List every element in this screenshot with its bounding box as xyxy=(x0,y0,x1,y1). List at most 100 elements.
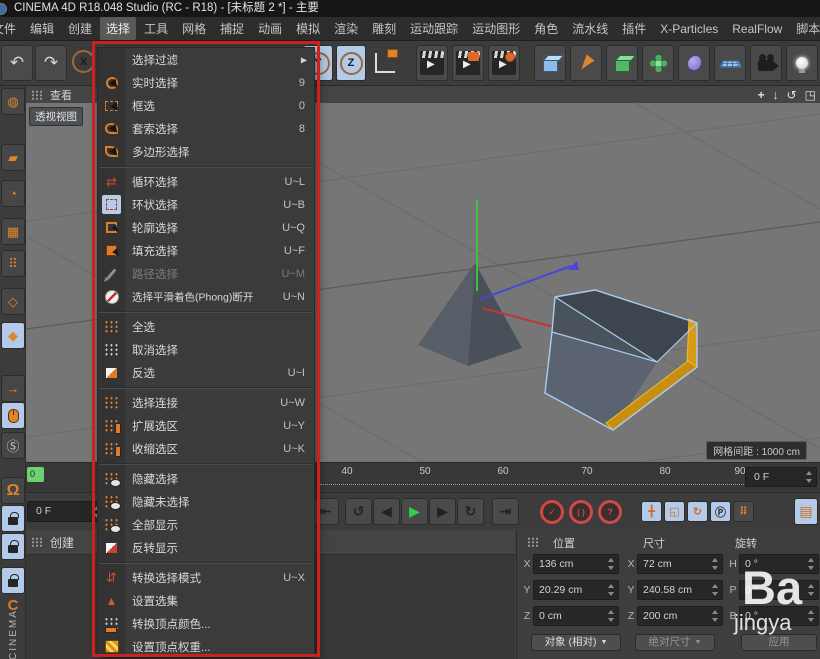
menu-mesh[interactable]: 网格 xyxy=(176,17,212,40)
menu-item-hide-selected[interactable]: 隐藏选择 xyxy=(98,467,314,490)
snap-settings-button[interactable]: Ω xyxy=(1,477,25,504)
add-environment-button[interactable] xyxy=(714,45,746,81)
record-rotation-button[interactable]: ↻ xyxy=(687,501,708,522)
menu-xparticles[interactable]: X-Particles xyxy=(654,19,724,39)
record-keyframe-button[interactable]: ✓ xyxy=(540,500,564,524)
spinner-icon[interactable] xyxy=(608,584,615,596)
menu-animate[interactable]: 动画 xyxy=(252,17,288,40)
menu-realflow[interactable]: RealFlow xyxy=(726,19,788,39)
menu-motion-tracker[interactable]: 运动跟踪 xyxy=(404,17,464,40)
undo-button[interactable]: ↶ xyxy=(1,45,33,81)
menu-sculpt[interactable]: 雕刻 xyxy=(366,17,402,40)
spinner-icon[interactable] xyxy=(808,584,815,596)
menu-item-invert-selection[interactable]: 反选U~I xyxy=(98,361,314,384)
render-view-button[interactable]: ▶ xyxy=(416,45,448,81)
menu-snap[interactable]: 捕捉 xyxy=(214,17,250,40)
menu-character[interactable]: 角色 xyxy=(528,17,564,40)
texture-mode-button[interactable]: ◔ xyxy=(1,180,25,207)
add-generator-button[interactable] xyxy=(606,45,638,81)
goto-start-button[interactable]: ⇤ xyxy=(312,498,339,525)
viewport-dolly-icon[interactable]: ↓ xyxy=(773,88,779,102)
viewport-solo-button[interactable] xyxy=(1,402,25,429)
panel-grip-icon[interactable] xyxy=(31,537,44,547)
menu-item-selection-filter[interactable]: 选择过滤 ▶ xyxy=(98,48,314,71)
menu-item-phong-break-selection[interactable]: 选择平滑着色(Phong)断开U~N xyxy=(98,285,314,308)
viewport-rotate-icon[interactable]: ↺ xyxy=(787,88,797,102)
size-x-field[interactable]: 72 cm xyxy=(637,554,723,574)
size-mode-dropdown[interactable]: 绝对尺寸▼ xyxy=(635,634,715,651)
menu-pipeline[interactable]: 流水线 xyxy=(566,17,614,40)
menu-item-hide-unselected[interactable]: 隐藏未选择 xyxy=(98,490,314,513)
x-axis-lock-button[interactable]: X xyxy=(72,50,95,73)
current-frame-field[interactable]: 0 F xyxy=(27,501,105,522)
spinner-icon[interactable] xyxy=(808,558,815,570)
pos-z-field[interactable]: 0 cm xyxy=(533,606,619,626)
menu-file[interactable]: 文件 xyxy=(0,17,22,40)
workplane-mode-button[interactable]: ▦ xyxy=(1,218,25,245)
panel-grip-icon[interactable] xyxy=(527,537,540,547)
play-loop-button[interactable]: ↻ xyxy=(457,498,484,525)
end-frame-field[interactable]: 0 F xyxy=(745,467,817,487)
lock-workplane-button[interactable] xyxy=(1,567,25,594)
coordinate-system-button[interactable] xyxy=(375,53,395,73)
points-mode-button[interactable]: ⠿ xyxy=(1,250,25,277)
spinner-icon[interactable] xyxy=(808,610,815,622)
enable-axis-button[interactable]: → xyxy=(1,375,25,402)
menu-item-set-vertex-color[interactable]: 转换顶点颜色... xyxy=(98,612,314,635)
menu-select[interactable]: 选择 xyxy=(100,17,136,40)
menu-render[interactable]: 渲染 xyxy=(328,17,364,40)
add-deformer-button[interactable] xyxy=(642,45,674,81)
menu-item-set-vertex-weight[interactable]: 设置顶点权重... xyxy=(98,635,314,658)
record-point-level-button[interactable]: ⠿ xyxy=(733,501,754,522)
spinner-icon[interactable] xyxy=(806,471,813,483)
menu-item-lasso-selection[interactable]: 套索选择8 xyxy=(98,117,314,140)
menu-item-invert-visibility[interactable]: 反转显示 xyxy=(98,536,314,559)
make-editable-button[interactable]: ◍ xyxy=(1,88,25,115)
apply-button[interactable]: 应用 xyxy=(741,634,817,651)
redo-button[interactable]: ↷ xyxy=(35,45,67,81)
menu-mograph[interactable]: 运动图形 xyxy=(466,17,526,40)
enable-snap-button[interactable]: Ⓢ xyxy=(1,432,25,459)
edges-mode-button[interactable]: ◇ xyxy=(1,288,25,315)
menu-item-fill-selection[interactable]: 填充选择U~F xyxy=(98,239,314,262)
add-light-button[interactable] xyxy=(786,45,818,81)
record-position-button[interactable]: ╋ xyxy=(641,501,662,522)
play-backwards-button[interactable]: ↺ xyxy=(345,498,372,525)
spinner-icon[interactable] xyxy=(608,610,615,622)
size-z-field[interactable]: 200 cm xyxy=(637,606,723,626)
menu-edit[interactable]: 编辑 xyxy=(24,17,60,40)
menu-item-ring-selection[interactable]: 环状选择U~B xyxy=(98,193,314,216)
menu-item-grow-selection[interactable]: 扩展选区U~Y xyxy=(98,414,314,437)
menu-plugins[interactable]: 插件 xyxy=(616,17,652,40)
menu-item-unhide-all[interactable]: 全部显示 xyxy=(98,513,314,536)
keyframe-selection-button[interactable]: ▤ xyxy=(794,498,818,525)
autokey-button[interactable]: ( ) xyxy=(569,500,593,524)
spinner-icon[interactable] xyxy=(712,558,719,570)
viewport-view-menu[interactable]: 查看 xyxy=(50,87,72,103)
menu-item-live-selection[interactable]: 实时选择9 xyxy=(98,71,314,94)
menu-item-path-selection[interactable]: 路径选择U~M xyxy=(98,262,314,285)
previous-frame-button[interactable]: ◀ xyxy=(373,498,400,525)
menu-item-polygon-selection[interactable]: 多边形选择 xyxy=(98,140,314,163)
menu-tools[interactable]: 工具 xyxy=(138,17,174,40)
z-axis-lock-button[interactable]: Z xyxy=(336,45,366,81)
add-spline-button[interactable] xyxy=(570,45,602,81)
menu-item-rectangle-selection[interactable]: 框选0 xyxy=(98,94,314,117)
object-mode-dropdown[interactable]: 对象 (相对)▼ xyxy=(531,634,621,651)
record-parameter-button[interactable]: Ⓟ xyxy=(710,501,731,522)
play-button[interactable]: ▶ xyxy=(401,498,428,525)
menu-create[interactable]: 创建 xyxy=(62,17,98,40)
menu-item-shrink-selection[interactable]: 收缩选区U~K xyxy=(98,437,314,460)
menu-item-loop-selection[interactable]: ⇄ 循环选择U~L xyxy=(98,170,314,193)
pos-y-field[interactable]: 20.29 cm xyxy=(533,580,619,600)
menu-item-deselect-all[interactable]: 取消选择 xyxy=(98,338,314,361)
viewport-toggle-icon[interactable]: ◳ xyxy=(805,88,816,102)
menu-item-select-connected[interactable]: 选择连接U~W xyxy=(98,391,314,414)
menu-simulate[interactable]: 模拟 xyxy=(290,17,326,40)
keyframe-options-button[interactable]: ? xyxy=(598,500,622,524)
menu-item-outline-selection[interactable]: 轮廓选择U~Q xyxy=(98,216,314,239)
goto-end-button[interactable]: ⇥ xyxy=(492,498,519,525)
model-mode-button[interactable]: ▰ xyxy=(1,144,25,171)
menu-item-set-selection[interactable]: ▲ 设置选集 xyxy=(98,589,314,612)
menu-script[interactable]: 脚本 xyxy=(790,17,820,40)
